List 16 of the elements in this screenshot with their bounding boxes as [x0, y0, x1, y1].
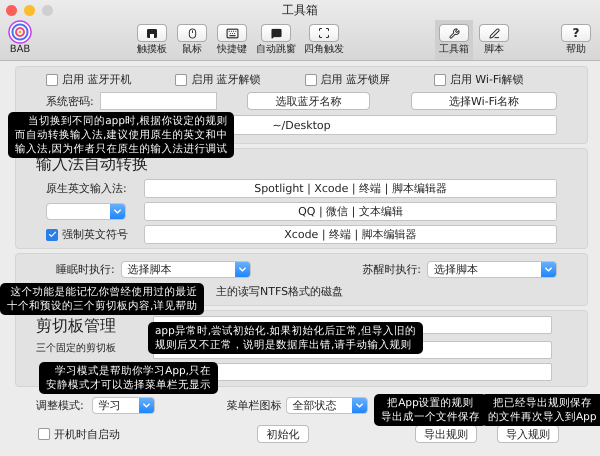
tooltip: 学习模式是帮助你学习App,只在 安静模式才可以选择菜单栏无显示 — [39, 362, 218, 394]
tooltip: 这个功能是能记忆你曾经使用过的最近 十个和预设的三个剪切板内容,详见帮助 — [0, 283, 204, 315]
script-label: 睡眠时执行: — [56, 262, 115, 277]
ntfs-label: 主的读写NTFS格式的磁盘 — [216, 284, 344, 299]
clipboard-label: 三个固定的剪切板 — [36, 342, 117, 356]
section-title: 剪切板管理 — [36, 316, 117, 337]
input-method-label: 原生英文输入法: — [46, 181, 127, 196]
app-label: BAB — [10, 44, 30, 56]
script-label: 苏醒时执行: — [362, 262, 421, 277]
tooltip: 当切换到不同的app时,根据你设定的规则 而自动转换输入法,建议使用原生的英文和中 输入法,因为作者只在原生的输入法进行调试 — [8, 112, 234, 158]
tooltip: 把已经导出规则保存 的文件再次导入到App — [481, 394, 600, 426]
window-title: 工具箱 — [281, 2, 319, 18]
password-label: 系统密码: — [46, 94, 94, 108]
mode-label: 调整模式: — [36, 398, 84, 413]
menu-icon-label: 菜单栏图标 — [226, 398, 282, 413]
tooltip: app异常时,尝试初始化.如果初始化后正常,但导入旧的 规则后又不正常，说明是数据库出错,请手动输入规则 — [148, 322, 423, 354]
